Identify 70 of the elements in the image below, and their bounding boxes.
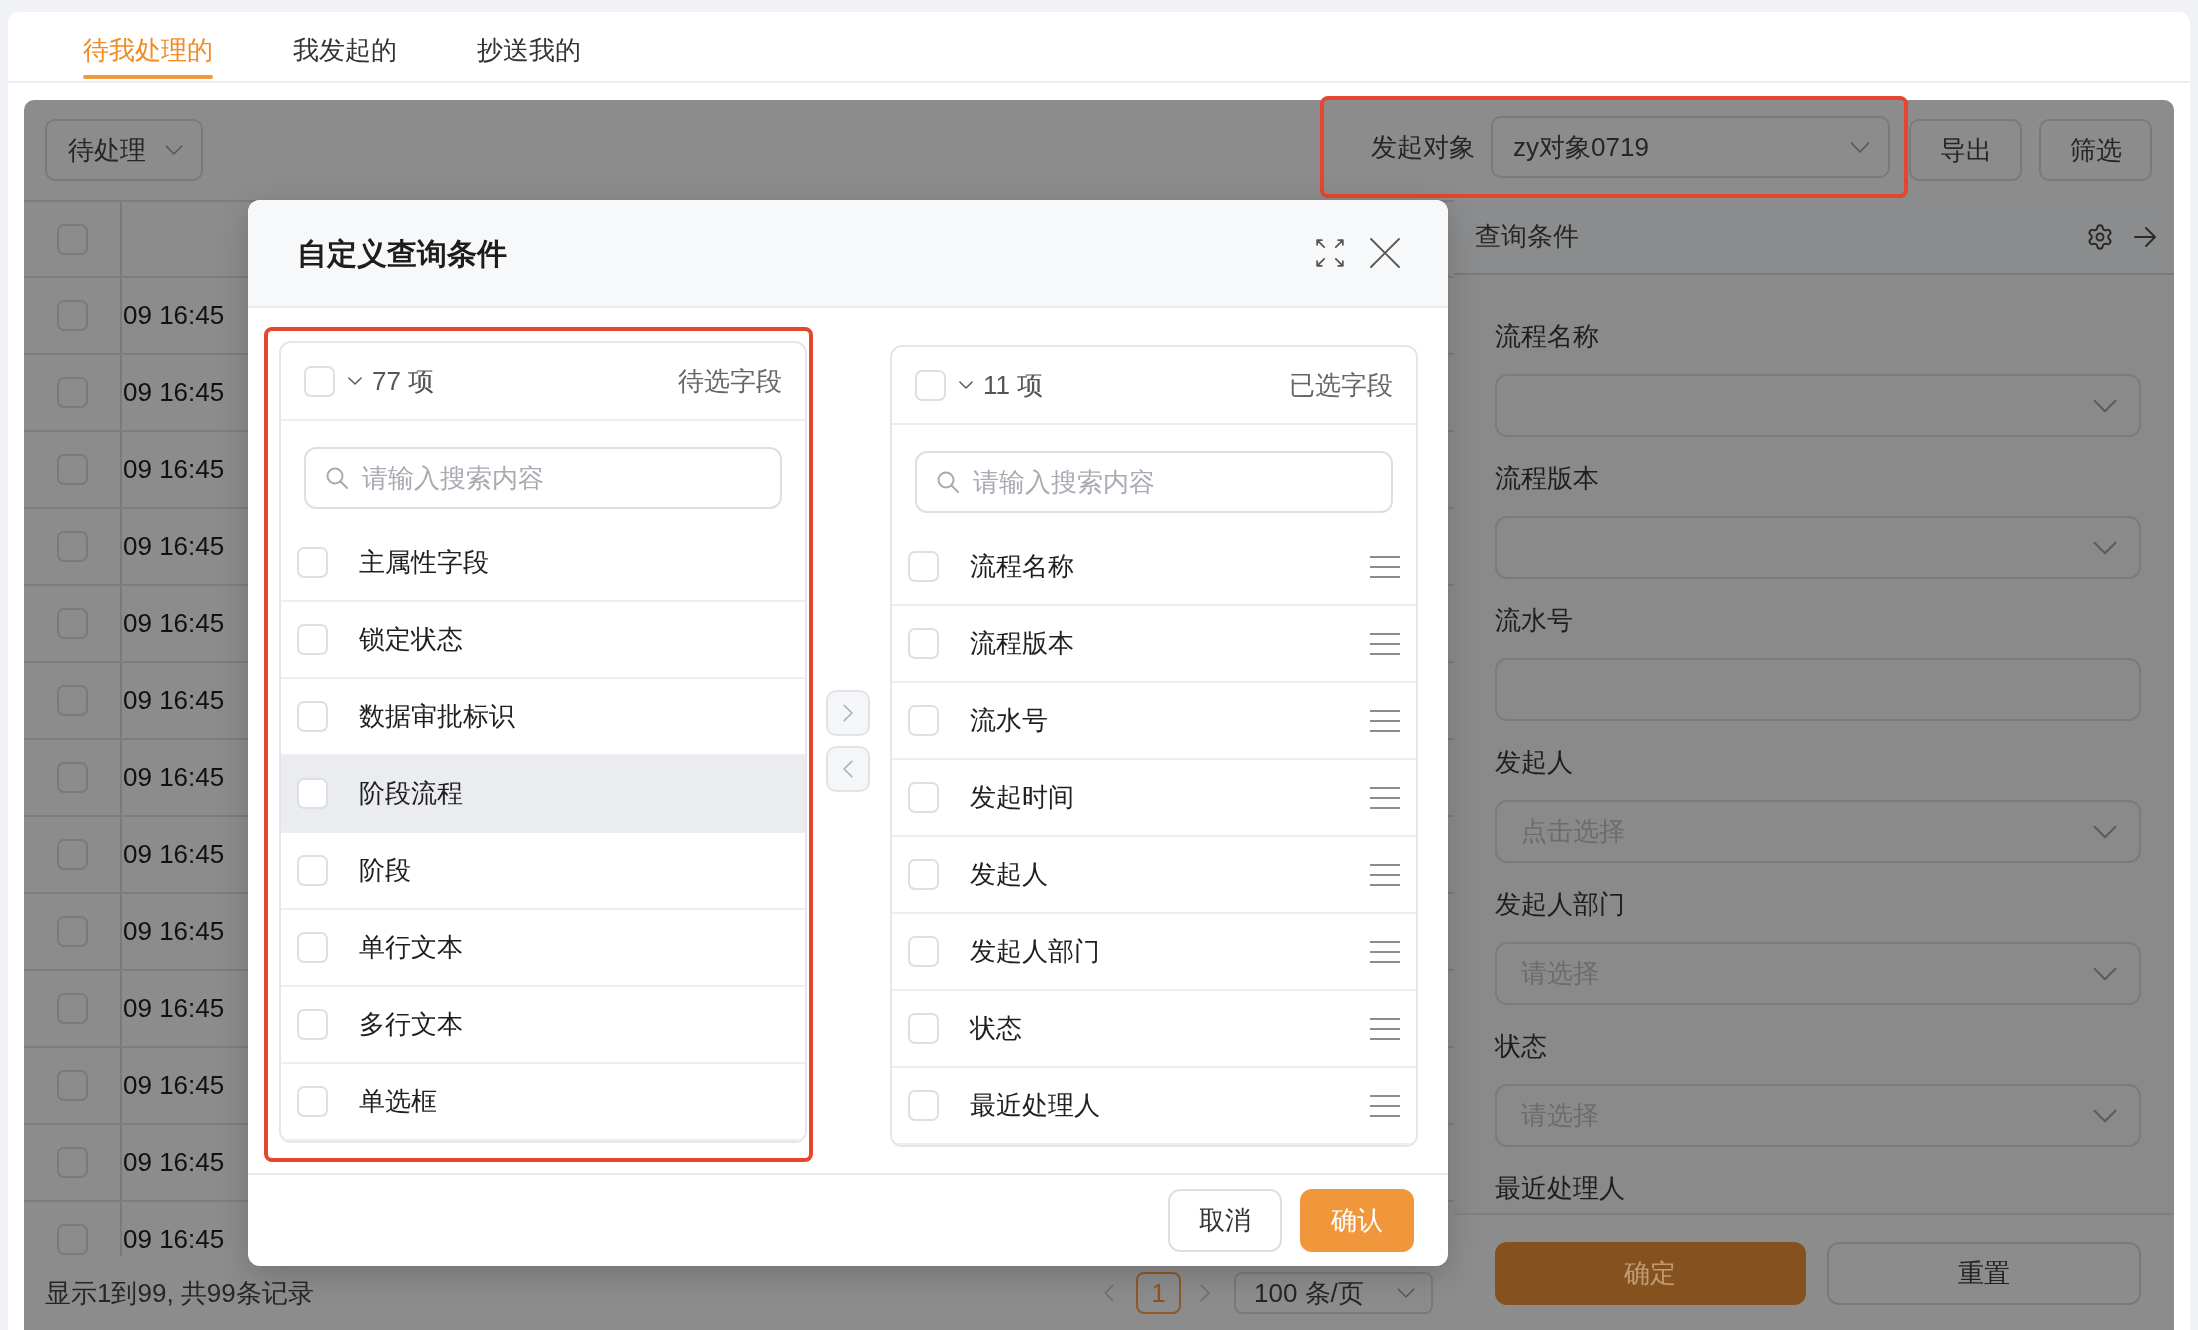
chevron-down-icon — [2093, 824, 2117, 839]
time-text: 09 16:45 — [122, 607, 225, 640]
chevron-down-icon — [2093, 1108, 2117, 1123]
dialog-title: 自定义查询条件 — [297, 235, 507, 272]
arrow-right-icon[interactable] — [2134, 226, 2156, 247]
hamburger-icon[interactable] — [1370, 940, 1400, 963]
time-text: 09 16:45 — [122, 530, 225, 563]
chevron-down-icon — [165, 145, 183, 155]
chevron-left-icon[interactable] — [1104, 1284, 1114, 1302]
chevron-down-icon — [1397, 1288, 1415, 1298]
time-text: 09 16:45 — [122, 684, 225, 717]
search-icon — [937, 471, 959, 493]
time-text: 09 16:45 — [122, 992, 225, 1025]
field-label: 发起人部门 — [1495, 888, 1625, 921]
field-label: 流程名称 — [1495, 320, 1599, 353]
time-text: 09 16:45 — [122, 376, 225, 409]
chevron-left-icon — [843, 760, 853, 778]
list-title: 待选字段 — [678, 364, 782, 398]
chevron-down-icon — [2093, 540, 2117, 555]
panel-title: 查询条件 — [1475, 220, 1579, 253]
chevron-down-icon — [2093, 398, 2117, 413]
time-text: 09 16:45 — [122, 761, 225, 794]
list-title: 已选字段 — [1289, 368, 1393, 402]
field-option[interactable]: 阶段流程 — [281, 756, 805, 833]
field-label: 发起人 — [1495, 746, 1573, 779]
tab[interactable]: 抄送我的 — [477, 32, 581, 81]
search-field[interactable]: 请输入搜索内容 — [915, 451, 1393, 513]
hamburger-icon[interactable] — [1370, 1017, 1400, 1040]
chevron-down-icon[interactable] — [959, 381, 973, 389]
hamburger-icon[interactable] — [1370, 555, 1400, 578]
select-field[interactable] — [1495, 374, 2141, 437]
hamburger-icon[interactable] — [1370, 632, 1400, 655]
time-text: 09 16:45 — [122, 453, 225, 486]
tab[interactable]: 我发起的 — [293, 32, 397, 81]
time-text: 09 16:45 — [122, 1069, 225, 1102]
field-label: 最近处理人 — [1495, 1172, 1625, 1205]
status-select[interactable]: 待处理 — [45, 119, 203, 181]
cancel-button[interactable]: 取消 — [1168, 1189, 1282, 1252]
object-select[interactable]: zy对象0719 — [1491, 116, 1890, 178]
close-icon[interactable] — [1370, 238, 1400, 268]
field-label: 流水号 — [1495, 604, 1573, 637]
chevron-down-icon — [2093, 966, 2117, 981]
time-text: 09 16:45 — [122, 1146, 225, 1179]
hamburger-icon[interactable] — [1370, 786, 1400, 809]
page-size-select[interactable]: 100 条/页 — [1234, 1272, 1433, 1314]
record-summary: 显示1到99, 共99条记录 — [45, 1276, 314, 1310]
select-field[interactable] — [1495, 516, 2141, 579]
field-label: 流程版本 — [1495, 462, 1599, 495]
chevron-right-icon — [843, 704, 853, 722]
item-count: 77 项 — [372, 364, 435, 398]
hamburger-icon[interactable] — [1370, 709, 1400, 732]
search-field[interactable]: 请输入搜索内容 — [304, 447, 782, 509]
item-count: 11 项 — [983, 368, 1044, 402]
settings-icon[interactable] — [2086, 222, 2114, 251]
time-text: 09 16:45 — [122, 299, 225, 332]
filter-label: 发起对象 — [1371, 130, 1475, 164]
expand-icon[interactable] — [1316, 239, 1344, 267]
field-label: 状态 — [1495, 1030, 1547, 1063]
chevron-down-icon[interactable] — [348, 377, 362, 385]
time-text: 09 16:45 — [122, 1223, 225, 1256]
hamburger-icon[interactable] — [1370, 1094, 1400, 1117]
hamburger-icon[interactable] — [1370, 863, 1400, 886]
chevron-down-icon — [1850, 141, 1870, 153]
search-icon — [326, 467, 348, 489]
toolbar-button[interactable]: 导出 — [1909, 119, 2022, 181]
time-text: 09 16:45 — [122, 915, 225, 948]
chevron-right-icon[interactable] — [1200, 1284, 1210, 1302]
reset-button[interactable]: 重置 — [1826, 1242, 2141, 1305]
toolbar-button[interactable]: 筛选 — [2039, 119, 2152, 181]
time-text: 09 16:45 — [122, 838, 225, 871]
